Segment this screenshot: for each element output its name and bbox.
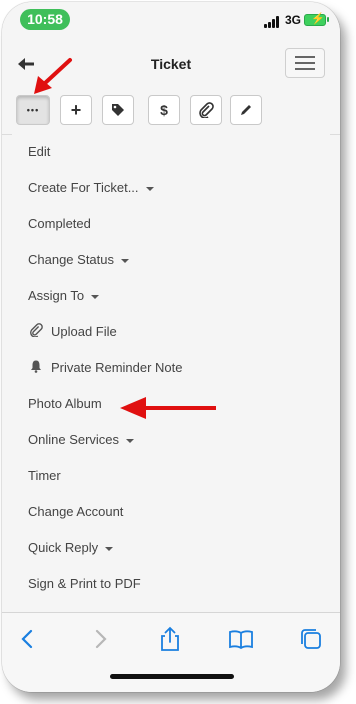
menu-item-timer[interactable]: Timer — [12, 458, 330, 494]
phone-screen: 10:58 3G ⚡ Ticket ••• + $ Edit Create Fo… — [2, 2, 340, 692]
bell-icon — [28, 351, 44, 387]
hamburger-line — [295, 62, 315, 64]
forward-chevron-icon[interactable] — [86, 625, 114, 653]
paperclip-icon — [199, 102, 214, 119]
menu-item-sign-print-pdf[interactable]: Sign & Print to PDF — [12, 566, 330, 602]
menu-item-label: Quick Reply — [28, 540, 99, 555]
attach-button[interactable] — [190, 95, 222, 125]
tag-button[interactable] — [102, 95, 134, 125]
tabs-icon[interactable] — [297, 625, 325, 653]
caret-down-icon — [145, 186, 154, 191]
menu-item-label: Change Account — [28, 504, 124, 519]
back-chevron-icon[interactable] — [14, 625, 42, 653]
menu-item-label: Assign To — [28, 288, 85, 303]
menu-item-label: Timer — [28, 468, 61, 483]
status-time: 10:58 — [20, 9, 70, 30]
price-button[interactable]: $ — [148, 95, 180, 125]
home-indicator — [110, 674, 234, 679]
signal-icon — [264, 16, 282, 28]
menu-item-upload-file[interactable]: Upload File — [12, 314, 330, 350]
menu-item-online-services[interactable]: Online Services — [12, 422, 330, 458]
more-options-button[interactable]: ••• — [16, 95, 50, 125]
pencil-icon — [241, 105, 251, 115]
hamburger-line — [295, 68, 315, 70]
menu-item-completed[interactable]: Completed — [12, 206, 330, 242]
menu-item-label: Sign & Print to PDF — [28, 576, 141, 591]
caret-down-icon — [121, 258, 130, 263]
caret-down-icon — [91, 294, 100, 299]
menu-item-edit[interactable]: Edit — [12, 134, 330, 170]
menu-item-private-reminder-note[interactable]: Private Reminder Note — [12, 350, 330, 386]
menu-item-label: Online Services — [28, 432, 120, 447]
menu-item-label: Change Status — [28, 252, 115, 267]
menu-item-label: Photo Album — [28, 396, 102, 411]
browser-bottom-bar — [2, 612, 340, 692]
menu-item-label: Private Reminder Note — [51, 360, 183, 375]
menu-item-label: Upload File — [51, 324, 117, 339]
hamburger-menu-button[interactable] — [285, 48, 325, 78]
menu-item-assign-to[interactable]: Assign To — [12, 278, 330, 314]
share-icon[interactable] — [156, 625, 184, 653]
add-button[interactable]: + — [60, 95, 92, 125]
menu-item-change-status[interactable]: Change Status — [12, 242, 330, 278]
battery-icon: ⚡ — [304, 13, 329, 26]
caret-down-icon — [126, 438, 135, 443]
menu-item-label: Completed — [28, 216, 91, 231]
menu-item-change-account[interactable]: Change Account — [12, 494, 330, 530]
bookmarks-icon[interactable] — [227, 625, 255, 653]
tag-icon — [112, 104, 124, 116]
menu-item-label: Edit — [28, 144, 51, 159]
caret-down-icon — [105, 546, 114, 551]
network-type: 3G — [285, 13, 302, 27]
status-bar: 10:58 3G ⚡ — [2, 2, 340, 36]
menu-item-create-for-ticket[interactable]: Create For Ticket... — [12, 170, 330, 206]
hamburger-icon — [295, 56, 315, 58]
menu-item-quick-reply[interactable]: Quick Reply — [12, 530, 330, 566]
annotation-arrow-photo-album — [120, 397, 216, 419]
menu-item-label: Create For Ticket... — [28, 180, 139, 195]
more-options-menu: Edit Create For Ticket... Completed Chan… — [12, 134, 330, 610]
annotation-arrow-more — [34, 58, 72, 94]
paperclip-icon — [28, 315, 44, 351]
edit-button[interactable] — [230, 95, 262, 125]
